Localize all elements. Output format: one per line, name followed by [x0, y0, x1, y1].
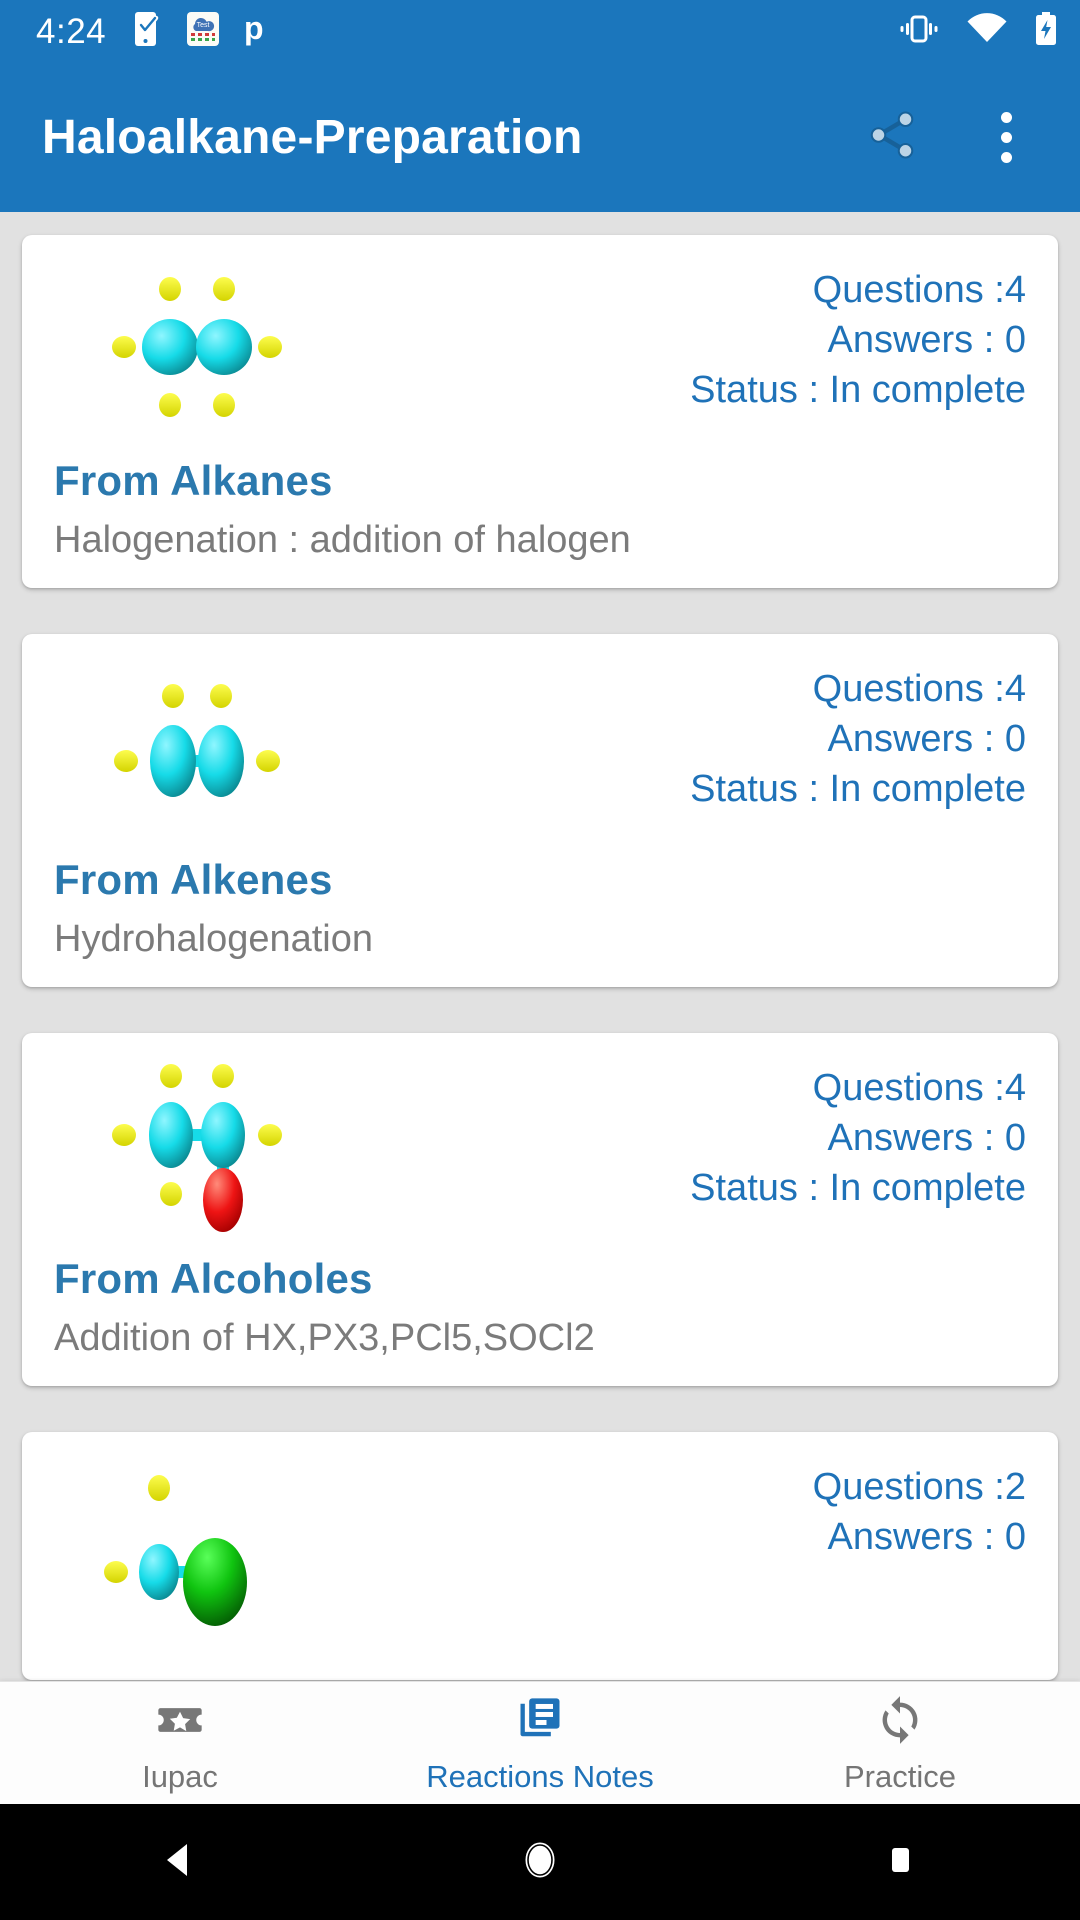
bottom-navigation: Iupac Reactions Notes Practice	[0, 1681, 1080, 1804]
answers-count: Answers : 0	[827, 1117, 1026, 1159]
card-stats: Questions :4 Answers : 0 Status : In com…	[690, 656, 1032, 814]
recents-square-icon	[875, 1835, 925, 1890]
reaction-card-list[interactable]: Questions :4 Answers : 0 Status : In com…	[0, 212, 1080, 1681]
questions-count: Questions :4	[812, 668, 1026, 710]
chloromethane-molecule-icon	[48, 1454, 318, 1634]
card-stats: Questions :4 Answers : 0 Status : In com…	[690, 1055, 1032, 1213]
questions-count: Questions :2	[812, 1466, 1026, 1508]
phone-check-icon	[134, 11, 164, 52]
test-cloud-app-icon: Test	[186, 11, 220, 52]
article-notes-icon	[514, 1694, 566, 1751]
card-stats: Questions :4 Answers : 0 Status : In com…	[690, 257, 1032, 415]
ethene-molecule-icon	[48, 656, 318, 836]
status-bar-notification-icons: Test p	[134, 10, 270, 52]
phone-screen: 4:24 Test p Haloalkane-Preparation Quest…	[0, 0, 1080, 1920]
nav-item-iupac[interactable]: Iupac	[0, 1682, 360, 1804]
back-button[interactable]	[0, 1835, 360, 1890]
reaction-card[interactable]: Questions :4 Answers : 0 Status : In com…	[22, 634, 1058, 987]
answers-count: Answers : 0	[827, 319, 1026, 361]
status-bar-system-icons	[898, 11, 1058, 51]
status-bar: 4:24 Test p	[0, 0, 1080, 62]
card-subtitle: Addition of HX,PX3,PCl5,SOCl2	[54, 1317, 595, 1359]
status-text: Status : In complete	[690, 1167, 1026, 1209]
home-button[interactable]	[360, 1835, 720, 1890]
status-text: Status : In complete	[690, 369, 1026, 411]
page-title: Haloalkane-Preparation	[42, 110, 583, 164]
card-header: Questions :2 Answers : 0	[48, 1454, 1032, 1640]
card-header: Questions :4 Answers : 0 Status : In com…	[48, 257, 1032, 443]
letter-p-app-icon: p	[242, 10, 270, 52]
back-triangle-icon	[155, 1835, 205, 1890]
reaction-card[interactable]: Questions :2 Answers : 0	[22, 1432, 1058, 1680]
questions-count: Questions :4	[812, 269, 1026, 311]
svg-text:Test: Test	[197, 22, 210, 29]
recents-button[interactable]	[720, 1835, 1080, 1890]
ticket-star-icon	[154, 1694, 206, 1751]
nav-label-reactions-notes: Reactions Notes	[426, 1759, 654, 1794]
svg-text:p: p	[244, 11, 264, 46]
android-navigation-bar	[0, 1804, 1080, 1920]
card-title: From Alkenes	[54, 856, 333, 903]
card-stats: Questions :2 Answers : 0	[813, 1454, 1032, 1562]
reaction-card[interactable]: Questions :4 Answers : 0 Status : In com…	[22, 235, 1058, 588]
card-header: Questions :4 Answers : 0 Status : In com…	[48, 1055, 1032, 1241]
nav-label-iupac: Iupac	[142, 1759, 218, 1794]
nav-label-practice: Practice	[844, 1759, 956, 1794]
card-subtitle: Hydrohalogenation	[54, 918, 374, 960]
vibrate-icon	[898, 13, 940, 50]
overflow-menu-button[interactable]	[958, 89, 1054, 185]
app-bar-actions	[844, 89, 1054, 185]
nav-item-practice[interactable]: Practice	[720, 1682, 1080, 1804]
answers-count: Answers : 0	[827, 1516, 1026, 1558]
card-title: From Alkanes	[54, 457, 333, 504]
home-circle-icon	[515, 1835, 565, 1890]
share-button[interactable]	[844, 89, 940, 185]
status-text: Status : In complete	[690, 768, 1026, 810]
reaction-card[interactable]: Questions :4 Answers : 0 Status : In com…	[22, 1033, 1058, 1386]
card-header: Questions :4 Answers : 0 Status : In com…	[48, 656, 1032, 842]
app-bar: Haloalkane-Preparation	[0, 62, 1080, 212]
card-subtitle: Halogenation : addition of halogen	[54, 519, 631, 561]
nav-item-reactions-notes[interactable]: Reactions Notes	[360, 1682, 720, 1804]
battery-charging-icon	[1034, 11, 1058, 51]
questions-count: Questions :4	[812, 1067, 1026, 1109]
share-icon	[865, 108, 919, 167]
more-vert-icon	[1000, 111, 1012, 163]
answers-count: Answers : 0	[827, 718, 1026, 760]
card-title: From Alcoholes	[54, 1255, 373, 1302]
ethanol-molecule-icon	[48, 1055, 318, 1235]
sync-refresh-icon	[874, 1694, 926, 1751]
status-bar-clock: 4:24	[36, 11, 107, 51]
wifi-icon	[966, 12, 1008, 50]
ethane-molecule-icon	[48, 257, 318, 437]
